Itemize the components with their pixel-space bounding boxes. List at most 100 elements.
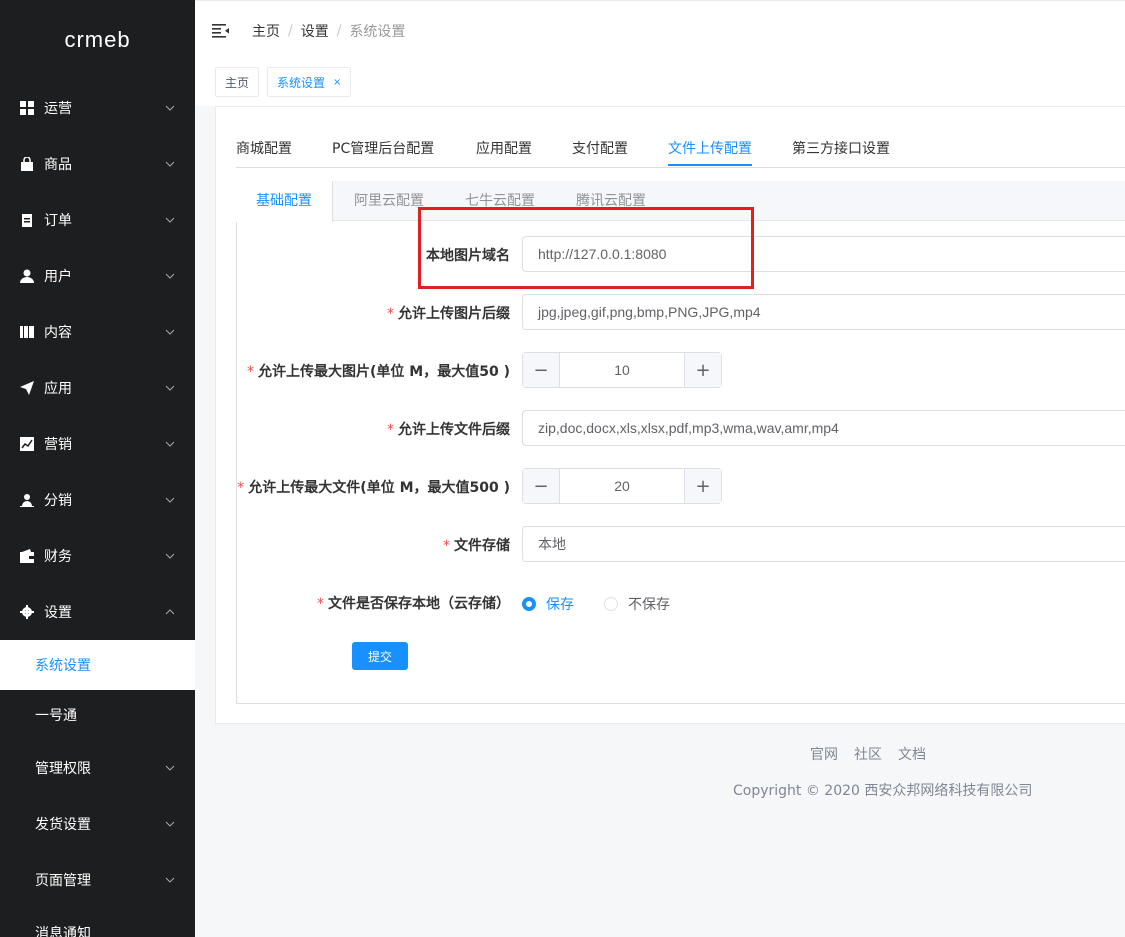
footer-links: 官网 社区 文档	[810, 744, 926, 764]
wallet-icon	[20, 549, 34, 563]
increment-button[interactable]: +	[684, 353, 721, 387]
chevron-down-icon	[165, 161, 175, 167]
tab-mall-config[interactable]: 商城配置	[236, 138, 292, 158]
image-max-value[interactable]: 10	[560, 353, 684, 387]
label-text: 允许上传最大图片(单位 M，最大值50 )	[258, 364, 510, 380]
chevron-down-icon	[165, 765, 175, 771]
tag-system-settings[interactable]: 系统设置 ×	[267, 67, 352, 97]
sidebar-subitem-permissions[interactable]: 管理权限	[0, 740, 195, 796]
sidebar-subitem-notifications[interactable]: 消息通知	[0, 908, 195, 937]
tab-app-config[interactable]: 应用配置	[476, 138, 532, 158]
user-icon	[20, 269, 34, 283]
chevron-down-icon	[165, 273, 175, 279]
required-mark: *	[247, 364, 255, 380]
image-ext-label: * 允许上传图片后缀	[387, 303, 510, 323]
breadcrumb-home[interactable]: 主页	[252, 21, 280, 41]
image-ext-input[interactable]: jpg,jpeg,gif,png,bmp,PNG,JPG,mp4	[522, 294, 1125, 330]
sidebar-subitem-shipping[interactable]: 发货设置	[0, 796, 195, 852]
sidebar-item-users[interactable]: 用户	[0, 248, 195, 304]
sidebar-item-label: 商品	[44, 157, 72, 173]
tags-bar: 主页 系统设置 ×	[195, 60, 1125, 106]
chevron-down-icon	[165, 441, 175, 447]
tab-pc-admin-config[interactable]: PC管理后台配置	[332, 138, 434, 158]
radio-unchecked-icon	[604, 597, 618, 611]
sidebar-item-operations[interactable]: 运营	[0, 80, 195, 136]
tab-third-party-config[interactable]: 第三方接口设置	[792, 138, 890, 158]
radio-checked-icon	[522, 597, 536, 611]
chevron-down-icon	[165, 497, 175, 503]
grid-icon	[20, 101, 34, 115]
sidebar-item-settings[interactable]: 设置	[0, 584, 195, 640]
breadcrumb-settings[interactable]: 设置	[301, 21, 329, 41]
increment-button[interactable]: +	[684, 469, 721, 503]
tab-payment-config[interactable]: 支付配置	[572, 138, 628, 158]
config-tabs: 商城配置 PC管理后台配置 应用配置 支付配置 文件上传配置 第三方接口设置	[236, 130, 1125, 168]
chevron-down-icon	[165, 553, 175, 559]
storage-label: * 文件存储	[443, 535, 510, 555]
sidebar: crmeb 运营 商品 订单 用户 内容 应用 营销 分销 财务 设置 系统设置…	[0, 0, 195, 937]
book-icon	[20, 325, 34, 339]
image-max-stepper: − 10 +	[522, 352, 722, 388]
submit-button[interactable]: 提交	[352, 642, 408, 670]
chevron-down-icon	[165, 329, 175, 335]
gear-icon	[20, 605, 34, 619]
radio-not-save[interactable]: 不保存	[604, 594, 670, 614]
storage-select[interactable]: 本地	[522, 526, 1125, 562]
menu-fold-icon[interactable]	[212, 23, 230, 39]
breadcrumb-current: 系统设置	[349, 23, 406, 40]
sidebar-subitem-pages[interactable]: 页面管理	[0, 852, 195, 908]
breadcrumb-separator: /	[288, 22, 293, 39]
tag-label: 系统设置	[277, 75, 326, 90]
sidebar-item-label: 订单	[44, 213, 72, 229]
footer-link-docs[interactable]: 文档	[898, 744, 926, 764]
radio-save[interactable]: 保存	[522, 594, 574, 614]
file-ext-input[interactable]: zip,doc,docx,xls,xlsx,pdf,mp3,wma,wav,am…	[522, 410, 1125, 446]
chevron-down-icon	[165, 821, 175, 827]
breadcrumb: 主页 / 设置 / 系统设置	[252, 21, 405, 41]
sidebar-subitem-yihaotong[interactable]: 一号通	[0, 690, 195, 740]
sidebar-subitem-system-settings[interactable]: 系统设置	[0, 640, 195, 690]
sidebar-item-products[interactable]: 商品	[0, 136, 195, 192]
tag-home[interactable]: 主页	[215, 67, 260, 97]
sidebar-item-label: 用户	[44, 269, 72, 285]
decrement-button[interactable]: −	[523, 353, 560, 387]
bag-icon	[20, 157, 34, 171]
decrement-button[interactable]: −	[523, 469, 560, 503]
person-icon	[20, 493, 34, 507]
sidebar-item-distribution[interactable]: 分销	[0, 472, 195, 528]
required-mark: *	[443, 538, 450, 554]
sidebar-item-label: 设置	[44, 605, 72, 621]
sidebar-subitem-label: 页面管理	[35, 873, 91, 889]
sidebar-item-content[interactable]: 内容	[0, 304, 195, 360]
send-icon	[20, 381, 34, 395]
sidebar-item-label: 营销	[44, 437, 72, 453]
chevron-down-icon	[165, 217, 175, 223]
chart-icon	[20, 437, 34, 451]
sidebar-subitem-label: 发货设置	[35, 817, 91, 833]
footer-link-official[interactable]: 官网	[810, 744, 838, 764]
logo-text: crmeb	[64, 27, 131, 52]
sidebar-item-apps[interactable]: 应用	[0, 360, 195, 416]
footer-link-community[interactable]: 社区	[854, 744, 882, 764]
required-mark: *	[237, 480, 245, 496]
sidebar-item-finance[interactable]: 财务	[0, 528, 195, 584]
radio-label: 不保存	[628, 597, 670, 613]
label-text: 文件存储	[454, 538, 510, 554]
subtab-basic[interactable]: 基础配置	[236, 181, 333, 222]
close-icon[interactable]: ×	[333, 77, 341, 88]
image-max-label: * 允许上传最大图片(单位 M，最大值50 )	[247, 361, 510, 381]
sidebar-item-marketing[interactable]: 营销	[0, 416, 195, 472]
required-mark: *	[387, 422, 394, 438]
breadcrumb-separator: /	[336, 22, 342, 39]
tab-file-upload-config[interactable]: 文件上传配置	[668, 138, 752, 158]
radio-label: 保存	[546, 597, 574, 613]
file-max-label: * 允许上传最大文件(单位 M，最大值500 )	[237, 477, 510, 497]
save-local-label: * 文件是否保存本地（云存储）	[317, 593, 510, 613]
sidebar-item-orders[interactable]: 订单	[0, 192, 195, 248]
file-max-value[interactable]: 20	[560, 469, 684, 503]
tab-active-indicator	[668, 164, 752, 166]
logo[interactable]: crmeb	[0, 0, 195, 80]
sidebar-subitem-label: 管理权限	[35, 761, 91, 777]
copyright: Copyright © 2020 西安众邦网络科技有限公司	[733, 783, 1033, 799]
chevron-down-icon	[165, 105, 175, 111]
